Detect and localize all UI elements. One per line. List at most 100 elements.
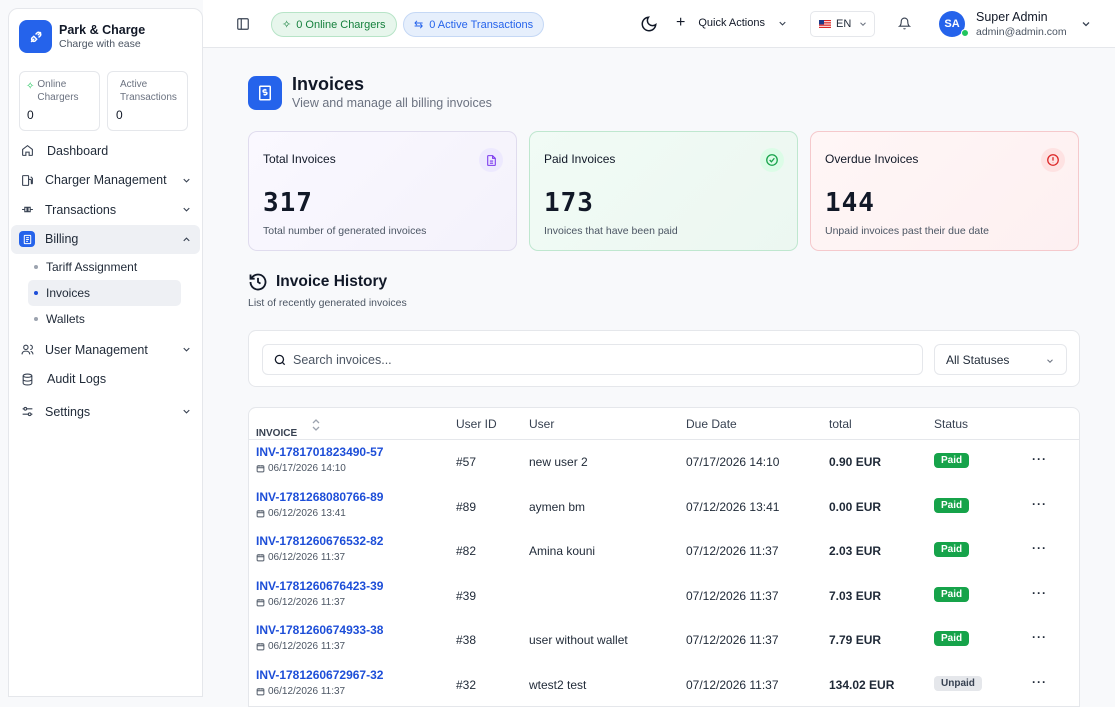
sidebar-item-settings[interactable]: Settings xyxy=(11,397,200,427)
total-cell: 7.03 EUR xyxy=(829,589,881,603)
more-actions-icon[interactable]: ··· xyxy=(1032,586,1047,600)
calendar-icon xyxy=(256,687,265,696)
chevron-down-icon xyxy=(181,204,192,215)
table-row[interactable]: INV-1781260672967-3206/12/2026 11:37#32w… xyxy=(249,663,1079,707)
invoice-dollar-icon xyxy=(248,76,282,110)
user-id-cell: #32 xyxy=(456,678,476,692)
plus-icon: + xyxy=(676,16,685,30)
brand[interactable]: Park & Charge Charge with ease xyxy=(9,9,202,63)
sidebar-item-charger-management[interactable]: Charger Management xyxy=(11,166,200,196)
status-filter-select[interactable]: All Statuses xyxy=(934,344,1067,375)
more-actions-icon[interactable]: ··· xyxy=(1032,541,1047,555)
sidebar-item-label: Billing xyxy=(45,232,78,246)
quick-actions-button[interactable]: + Quick Actions xyxy=(676,16,788,30)
more-actions-icon[interactable]: ··· xyxy=(1032,497,1047,511)
more-actions-icon[interactable]: ··· xyxy=(1032,452,1047,466)
card-value: 173 xyxy=(544,188,594,218)
status-badge: Unpaid xyxy=(934,676,982,691)
sidebar-subitem-invoices[interactable]: Invoices xyxy=(28,280,181,306)
invoice-number-link[interactable]: INV-1781260672967-32 xyxy=(256,668,383,682)
status-filter-value: All Statuses xyxy=(946,353,1009,367)
calendar-icon xyxy=(256,553,265,562)
due-date-cell: 07/12/2026 11:37 xyxy=(686,589,779,603)
sidebar-item-label: Settings xyxy=(45,405,90,419)
sidebar-toggle-icon[interactable] xyxy=(236,17,250,31)
language-select[interactable]: EN xyxy=(810,11,875,37)
user-id-cell: #57 xyxy=(456,455,476,469)
user-id-cell: #89 xyxy=(456,500,476,514)
status-badge: Paid xyxy=(934,542,969,557)
page-title: Invoices xyxy=(292,74,364,95)
user-id-cell: #82 xyxy=(456,544,476,558)
sidebar-subitem-wallets[interactable]: Wallets xyxy=(28,306,181,332)
online-chargers-value: 0 xyxy=(27,108,34,122)
chevron-down-icon xyxy=(1045,356,1055,366)
invoice-date-text: 06/12/2026 11:37 xyxy=(268,686,345,697)
table-row[interactable]: INV-1781268080766-8906/12/2026 13:41#89a… xyxy=(249,485,1079,530)
invoice-number-link[interactable]: INV-1781701823490-57 xyxy=(256,445,383,459)
total-cell: 2.03 EUR xyxy=(829,544,881,558)
invoice-date: 06/17/2026 14:10 xyxy=(256,463,346,474)
user-name[interactable]: Super Admin xyxy=(976,10,1048,24)
search-input[interactable]: Search invoices... xyxy=(262,344,923,375)
status-badge: Paid xyxy=(934,587,969,602)
invoice-date-text: 06/12/2026 11:37 xyxy=(268,552,345,563)
bullet-icon xyxy=(34,291,38,295)
invoice-date: 06/12/2026 11:37 xyxy=(256,641,345,652)
invoice-number-link[interactable]: INV-1781260676423-39 xyxy=(256,579,383,593)
table-header: INVOICE User ID User Due Date total Stat… xyxy=(249,408,1079,440)
invoice-date: 06/12/2026 11:37 xyxy=(256,552,345,563)
sidebar-item-user-management[interactable]: User Management xyxy=(11,335,200,365)
total-cell: 0.00 EUR xyxy=(829,500,881,514)
brand-subtitle: Charge with ease xyxy=(59,38,145,51)
card-value: 317 xyxy=(263,188,313,218)
invoice-date-text: 06/17/2026 14:10 xyxy=(268,463,346,474)
table-row[interactable]: INV-1781260676532-8206/12/2026 11:37#82A… xyxy=(249,529,1079,574)
quick-actions-label: Quick Actions xyxy=(698,17,765,29)
sidebar-nav: Dashboard Charger Management Transaction… xyxy=(9,131,202,427)
total-cell: 0.90 EUR xyxy=(829,455,881,469)
active-transactions-badge[interactable]: ⇆ 0 Active Transactions xyxy=(403,12,544,37)
sidebar-item-dashboard[interactable]: Dashboard xyxy=(11,136,200,166)
check-circle-icon xyxy=(760,148,784,172)
sidebar-item-label: User Management xyxy=(45,343,148,357)
invoice-number-link[interactable]: INV-1781260676532-82 xyxy=(256,534,383,548)
chevron-down-icon[interactable] xyxy=(1080,18,1092,30)
user-id-cell: #39 xyxy=(456,589,476,603)
language-label: EN xyxy=(836,18,851,30)
bell-icon[interactable] xyxy=(898,17,911,30)
card-value: 144 xyxy=(825,188,875,218)
overdue-invoices-card: Overdue Invoices 144 Unpaid invoices pas… xyxy=(810,131,1079,251)
moon-icon[interactable] xyxy=(640,15,658,33)
column-header-user-id: User ID xyxy=(456,417,497,431)
table-row[interactable]: INV-1781701823490-57 06/17/2026 14:10 #57 n… xyxy=(249,440,1079,485)
brand-title: Park & Charge xyxy=(59,23,145,38)
more-actions-icon[interactable]: ··· xyxy=(1032,630,1047,644)
invoice-number-link[interactable]: INV-1781268080766-89 xyxy=(256,490,383,504)
sidebar-item-billing[interactable]: Billing xyxy=(11,225,200,255)
online-chargers-label-1: Online xyxy=(37,79,66,90)
sort-icon[interactable] xyxy=(311,419,321,431)
card-description: Unpaid invoices past their due date xyxy=(825,225,989,237)
online-chargers-badge[interactable]: ✧ 0 Online Chargers xyxy=(271,12,397,37)
card-description: Invoices that have been paid xyxy=(544,225,678,237)
paid-invoices-card: Paid Invoices 173 Invoices that have bee… xyxy=(529,131,798,251)
sidebar-subitem-tariff-assignment[interactable]: Tariff Assignment xyxy=(28,254,181,280)
table-row[interactable]: INV-1781260676423-3906/12/2026 11:37#390… xyxy=(249,574,1079,619)
total-invoices-card: Total Invoices 317 Total number of gener… xyxy=(248,131,517,251)
chevron-down-icon xyxy=(181,175,192,186)
sliders-icon xyxy=(19,404,35,420)
chevron-down-icon xyxy=(777,18,788,29)
users-icon xyxy=(19,342,35,358)
sidebar-item-audit-logs[interactable]: Audit Logs xyxy=(11,365,200,395)
sidebar-item-transactions[interactable]: Transactions xyxy=(11,195,200,225)
calendar-icon xyxy=(256,464,265,473)
more-actions-icon[interactable]: ··· xyxy=(1032,675,1047,689)
invoice-number-link[interactable]: INV-1781260674933-38 xyxy=(256,623,383,637)
table-row[interactable]: INV-1781260674933-3806/12/2026 11:37#38u… xyxy=(249,618,1079,663)
plug-logo-icon xyxy=(19,20,52,53)
user-cell: new user 2 xyxy=(529,455,588,469)
active-transactions-label-2: Transactions xyxy=(120,92,177,103)
active-transactions-card: ActiveTransactions 0 xyxy=(107,71,188,131)
sidebar-item-label: Dashboard xyxy=(47,144,108,158)
